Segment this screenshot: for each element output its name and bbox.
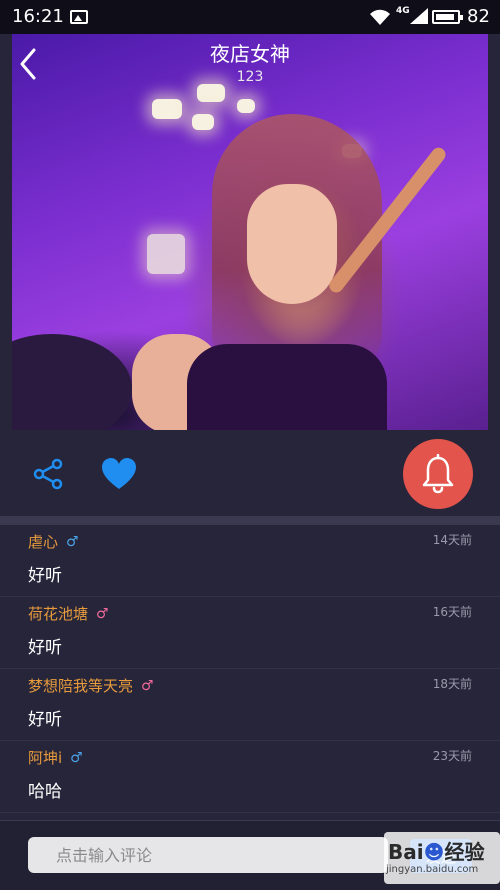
wifi-icon (370, 9, 390, 25)
comment-time: 18天前 (432, 677, 472, 691)
status-time: 16:21 (12, 6, 64, 27)
network-type: 4G (396, 6, 410, 16)
performer-face (247, 184, 337, 304)
comment-item: 阿坤i ♂ 23天前 哈哈 (0, 741, 500, 813)
comment-username[interactable]: 梦想陪我等天亮 ♂ (28, 675, 154, 696)
female-gender-icon: ♂ (141, 677, 154, 694)
share-icon[interactable] (30, 456, 66, 492)
comment-text: 好听 (28, 710, 62, 730)
comment-username[interactable]: 阿坤i ♂ (28, 747, 83, 768)
username-text: 荷花池塘 (28, 605, 89, 623)
username-text: 虐心 (28, 533, 59, 551)
page-subtitle: 123 (236, 69, 264, 85)
comment-text: 好听 (28, 638, 62, 658)
stage-light (192, 114, 214, 130)
comment-item: 虐心 ♂ 14天前 好听 (0, 525, 500, 597)
male-gender-icon: ♂ (70, 749, 83, 766)
watermark-site: jingyan.baidu.com (386, 864, 479, 875)
battery-icon (432, 10, 463, 24)
comment-username[interactable]: 虐心 ♂ (28, 531, 79, 552)
performer-dress (187, 344, 387, 430)
comment-item: 荷花池塘 ♂ 16天前 好听 (0, 597, 500, 669)
cymbal-shape (12, 334, 132, 430)
comment-time: 16天前 (432, 605, 472, 619)
username-text: 阿坤i (28, 749, 63, 767)
stage-light (152, 99, 182, 119)
battery-level: 82 (467, 6, 490, 27)
comment-input[interactable] (28, 837, 388, 873)
baidu-paw-icon: ☻ (423, 840, 445, 864)
video-player[interactable] (12, 34, 488, 430)
stage-light (147, 234, 185, 274)
header: 夜店女神 123 (0, 34, 500, 90)
username-text: 梦想陪我等天亮 (28, 677, 134, 695)
comment-time: 14天前 (432, 533, 472, 547)
notification-bell-button[interactable] (403, 439, 473, 509)
comment-username[interactable]: 荷花池塘 ♂ (28, 603, 109, 624)
comment-item: 梦想陪我等天亮 ♂ 18天前 好听 (0, 669, 500, 741)
comment-text: 好听 (28, 566, 62, 586)
female-gender-icon: ♂ (96, 605, 109, 622)
section-divider (0, 516, 500, 525)
heart-icon[interactable] (100, 456, 138, 492)
signal-icon (410, 8, 428, 24)
comment-text: 哈哈 (28, 782, 62, 802)
page-title: 夜店女神 (210, 42, 290, 66)
status-bar: 16:21 4G 82 (0, 0, 500, 34)
image-notification-icon (70, 10, 88, 24)
male-gender-icon: ♂ (66, 533, 79, 550)
comment-time: 23天前 (432, 749, 472, 763)
comment-list[interactable]: 虐心 ♂ 14天前 好听 荷花池塘 ♂ 16天前 好听 梦想陪我等天亮 ♂ 18… (0, 525, 500, 820)
baidu-logo: Bai☻经验 (388, 840, 485, 864)
stage-light (237, 99, 255, 113)
bell-icon (422, 454, 454, 494)
